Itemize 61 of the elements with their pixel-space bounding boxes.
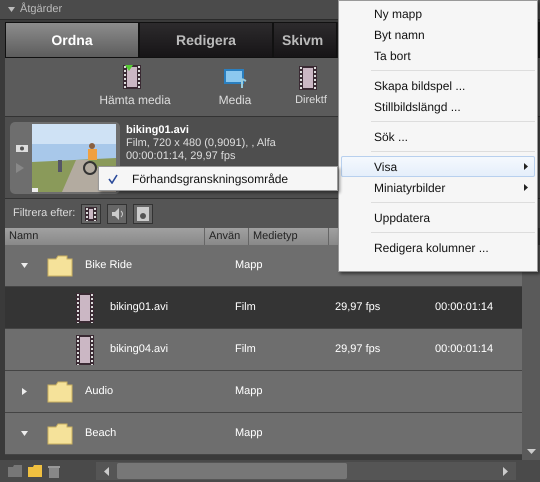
file-details: Film, 720 x 480 (0,9091), , Alfa: [126, 137, 276, 150]
menu-item[interactable]: Visa: [341, 156, 535, 177]
folder-icon: [47, 422, 73, 446]
filter-label: Filtrera efter:: [13, 206, 76, 222]
toolbar-button[interactable]: Media: [185, 58, 285, 116]
file-name: biking01.avi: [110, 300, 170, 316]
collapse-icon[interactable]: [22, 388, 26, 395]
film-filter-button[interactable]: [81, 204, 102, 224]
scrollbar[interactable]: [96, 462, 516, 480]
file-name: Beach: [85, 426, 118, 442]
menu-item[interactable]: Uppdatera: [341, 207, 535, 228]
menu-item[interactable]: Ta bort: [341, 45, 535, 66]
duration: 00:00:01:14: [435, 342, 494, 358]
menu-item[interactable]: Stillbildslängd ...: [341, 96, 535, 117]
expand-icon[interactable]: [20, 263, 28, 268]
media-type: Mapp: [235, 258, 264, 274]
duration: 00:00:01:14: [435, 300, 494, 316]
trash-icon[interactable]: [48, 464, 60, 478]
tab[interactable]: Redigera: [139, 22, 273, 58]
film-icon: [76, 292, 94, 322]
scroll-right-icon[interactable]: [503, 466, 508, 476]
collapse-icon: [8, 7, 15, 12]
file-name: Audio: [85, 384, 114, 400]
menu-item[interactable]: Miniatyrbilder: [341, 177, 535, 198]
tree-row[interactable]: biking04.avi Film 29,97 fps 00:00:01:14: [5, 329, 522, 371]
film-filter-icon: [85, 206, 98, 220]
tree-row[interactable]: biking01.avi Film 29,97 fps 00:00:01:14: [5, 287, 522, 329]
menu-item[interactable]: Skapa bildspel ...: [341, 75, 535, 96]
menu-item[interactable]: Förhandsgranskningsområde: [103, 168, 333, 189]
folder-icon: [47, 254, 73, 278]
tree-row[interactable]: Audio Mapp: [5, 371, 522, 413]
tab[interactable]: Skivm: [273, 22, 337, 58]
camera-icon: [16, 143, 28, 152]
expand-icon[interactable]: [20, 431, 28, 436]
scroll-left-icon[interactable]: [104, 466, 109, 476]
file-name: Bike Ride: [85, 258, 134, 274]
speaker-filter-button[interactable]: [107, 204, 128, 224]
media-type: Mapp: [235, 426, 264, 442]
panel-title: Åtgärder: [20, 1, 62, 18]
menu-item[interactable]: Ny mapp: [341, 3, 535, 24]
film-icon: [76, 334, 94, 364]
toolbar-button[interactable]: Hämta media: [85, 58, 185, 116]
tree-row[interactable]: Beach Mapp: [5, 413, 522, 455]
image-filter-button[interactable]: [133, 204, 154, 224]
file-name: biking04.avi: [110, 342, 170, 358]
media-type: Film: [235, 300, 257, 316]
file-details: 00:00:01:14, 29,97 fps: [126, 150, 236, 163]
file-name: biking01.avi: [126, 124, 190, 137]
media-type: Film: [235, 342, 257, 358]
new-folder-icon[interactable]: [28, 465, 42, 477]
tab[interactable]: Ordna: [5, 22, 139, 58]
speaker-filter-icon: [111, 206, 124, 220]
media-type: Mapp: [235, 384, 264, 400]
frame-rate: 29,97 fps: [335, 300, 382, 316]
frame-rate: 29,97 fps: [335, 342, 382, 358]
scroll-down-icon[interactable]: [526, 449, 536, 454]
folder-icon: [47, 380, 73, 404]
image-filter-icon: [137, 206, 150, 220]
toolbar-button[interactable]: Direktf: [285, 58, 337, 116]
menu-item[interactable]: Byt namn: [341, 24, 535, 45]
menu-item[interactable]: Sök ...: [341, 126, 535, 147]
